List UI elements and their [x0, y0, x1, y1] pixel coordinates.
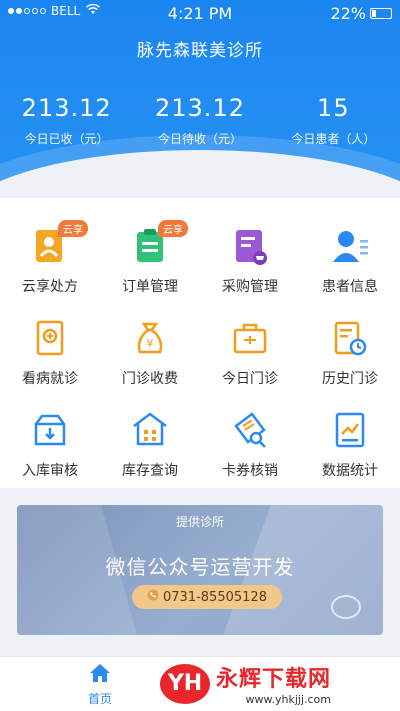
stat-pending[interactable]: 213.12 今日待收（元）	[133, 94, 266, 147]
inbox-icon	[30, 410, 70, 450]
grid-item-chart[interactable]: 数据统计	[300, 384, 400, 479]
stat-value: 15	[317, 94, 350, 122]
chart-icon	[330, 410, 370, 450]
grid-item-purchase[interactable]: 采购管理	[200, 200, 300, 295]
stat-label: 今日已收（元）	[24, 132, 109, 146]
grid-item-label: 卡券核销	[222, 463, 278, 479]
header: BELL 4:21 PM 22% 脉先森联美诊所 213.12 今日已收（元） …	[0, 0, 400, 200]
tab-home-label: 首页	[87, 692, 112, 706]
banner-subtitle: 提供诊所	[175, 515, 224, 529]
wechat-icon	[331, 595, 361, 619]
signal-icon	[8, 8, 46, 14]
stat-label: 今日患者（人）	[291, 132, 376, 146]
battery-indicator: 22%	[330, 4, 392, 23]
stat-received[interactable]: 213.12 今日已收（元）	[0, 94, 133, 147]
purchase-icon	[230, 226, 270, 266]
svg-text:¥: ¥	[147, 337, 154, 350]
grid-item-order[interactable]: 云享 订单管理	[100, 200, 200, 295]
watermark-url: www.yhkjjj.com	[245, 693, 332, 706]
consult-icon	[30, 318, 70, 358]
watermark: YH 永辉下载网 www.yhkjjj.com	[160, 656, 400, 711]
battery-icon	[370, 8, 392, 19]
banner-phone-button[interactable]: 0731-85505128	[132, 585, 282, 609]
watermark-name: 永辉下载网	[216, 667, 332, 692]
grid-item-label: 入库审核	[22, 463, 78, 479]
page-title: 脉先森联美诊所	[137, 41, 263, 61]
grid-item-today-clinic[interactable]: 今日门诊	[200, 292, 300, 387]
grid-item-label: 数据统计	[322, 463, 378, 479]
banner-phone-number: 0731-85505128	[163, 589, 267, 605]
money-bag-icon: ¥	[130, 318, 170, 358]
grid-item-warehouse[interactable]: 库存查询	[100, 384, 200, 479]
stat-label: 今日待收（元）	[157, 132, 242, 146]
home-icon	[90, 664, 110, 682]
coupon-icon	[230, 410, 270, 450]
today-clinic-icon	[230, 318, 270, 358]
stats-row: 213.12 今日已收（元） 213.12 今日待收（元） 15 今日患者（人）	[0, 94, 400, 147]
watermark-logo: YH	[160, 663, 210, 704]
history-icon	[330, 318, 370, 358]
warehouse-icon	[130, 410, 170, 450]
grid-item-consult[interactable]: 看病就诊	[0, 292, 100, 387]
cloud-badge: 云享	[58, 220, 88, 237]
tab-home[interactable]: 首页	[70, 663, 130, 707]
banner-headline: 微信公众号运营开发	[105, 555, 295, 579]
grid-item-patient[interactable]: 患者信息	[300, 200, 400, 295]
patient-icon	[330, 226, 370, 266]
carrier-label: BELL	[51, 4, 81, 18]
grid-item-money-bag[interactable]: ¥ 门诊收费	[100, 292, 200, 387]
phone-icon	[147, 589, 159, 605]
function-grid: 云享 云享处方 云享 订单管理 采购管理 患者信息看病就诊 ¥ 门诊收费 今日门诊 历史门诊入库审…	[0, 198, 400, 488]
grid-item-coupon[interactable]: 卡券核销	[200, 384, 300, 479]
grid-item-cloud-prescription[interactable]: 云享 云享处方	[0, 200, 100, 295]
cloud-badge: 云享	[158, 220, 188, 237]
stat-value: 213.12	[21, 94, 112, 122]
grid-item-history[interactable]: 历史门诊	[300, 292, 400, 387]
stat-value: 213.12	[155, 94, 245, 122]
grid-item-label: 库存查询	[122, 463, 178, 479]
grid-item-inbox[interactable]: 入库审核	[0, 384, 100, 479]
promo-banner[interactable]: 提供诊所 微信公众号运营开发 0731-85505128	[17, 505, 383, 635]
wifi-icon	[86, 3, 101, 18]
battery-percent: 22%	[330, 4, 366, 23]
stat-patients[interactable]: 15 今日患者（人）	[267, 94, 400, 147]
